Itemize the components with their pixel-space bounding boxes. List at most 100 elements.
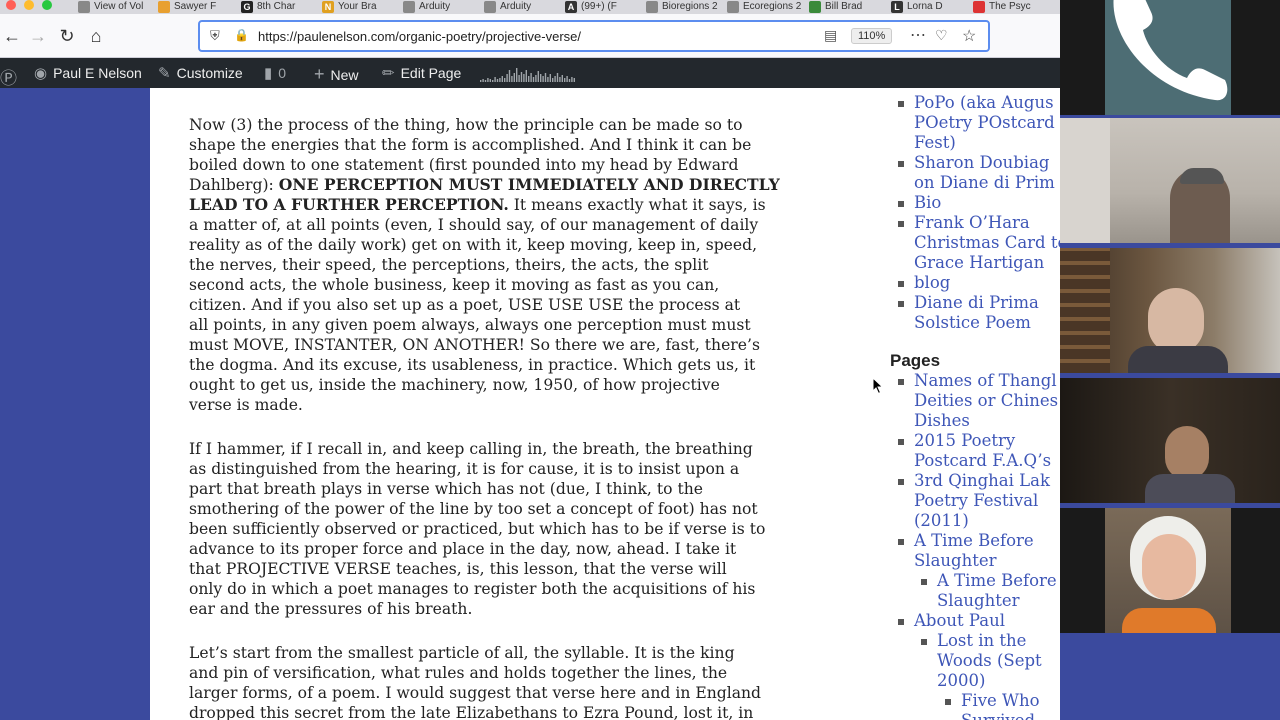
participant-3-shirt [1145,474,1235,503]
article-text: It means exactly what it says, is [508,196,766,214]
lock-icon[interactable]: 🔒 [234,28,249,42]
participant-2-bookshelf [1060,248,1110,373]
sidebar-link[interactable]: Diane di Prima Solstice Poem [914,293,1039,333]
participant-3-avatar [1165,426,1209,480]
page-background-left [0,88,150,720]
list-bullet [898,101,904,107]
sidebar-link[interactable]: Names of Thangl Deities or Chines Dishes [914,371,1058,431]
video-tile-phone[interactable] [1060,0,1280,115]
sparkline-bar [496,79,499,82]
article-line: If I hammer, if I recall in, and keep ca… [189,440,753,458]
sidebar-link-line: PoPo (aka Augus [914,93,1054,112]
shield-icon[interactable]: ⛨ [210,28,220,44]
sidebar-link[interactable]: 2015 Poetry Postcard F.A.Q’s [914,431,1051,471]
sparkline-bar [506,74,508,82]
sidebar-link-line: Diane di Prima [914,293,1039,312]
reader-view-icon[interactable]: ▤ [824,27,837,44]
participant-2-avatar [1148,288,1204,354]
video-tile-participant-4[interactable] [1060,508,1280,633]
new-content-link[interactable]: + New [314,64,359,85]
sidebar-link[interactable]: 3rd Qinghai Lak Poetry Festival (2011) [914,471,1050,531]
sidebar-link-line: Slaughter [914,551,997,570]
tab-label: Ecoregions 2 [743,1,802,12]
article-line: the dogma. And its excuse, its usablenes… [189,356,756,374]
tab-favicon-icon [809,1,821,13]
sparkline-bar [508,70,511,82]
sparkline-bar [504,78,506,82]
sparkline-bar [482,79,484,82]
sparkline-bar [566,76,568,82]
sidebar-link[interactable]: Five WhoSurvived [961,691,1040,720]
reload-icon[interactable]: ↻ [55,24,79,48]
zoom-window-button[interactable] [42,0,52,10]
sidebar-link[interactable]: Lost in the Woods (Sept 2000) [937,631,1042,691]
tab-favicon-icon [403,1,415,13]
article-line: ear and the pressures of his breath. [189,600,473,618]
customize-label: Customize [176,65,243,81]
dashboard-icon: ◉ [34,65,48,82]
site-name-label: Paul E Nelson [53,65,142,81]
forward-arrow-icon[interactable]: → [26,24,50,48]
comments-link[interactable]: ▮ 0 [264,64,286,82]
list-bullet [921,639,927,645]
article-line: that PROJECTIVE VERSE teaches, is, this … [189,560,727,578]
browser-tab[interactable]: Bioregions 2 [646,0,718,14]
sidebar-link[interactable]: PoPo (aka Augus POetry POstcard Fest) [914,93,1055,153]
participant-2-shirt [1128,346,1228,373]
comment-bubble-icon: ▮ [264,65,273,82]
sidebar-link[interactable]: blog [914,273,950,293]
edit-page-link[interactable]: ✏ Edit Page [382,64,461,82]
browser-tab[interactable]: A (99+) (F [565,0,617,14]
sidebar-link-line: Poetry Festival [914,491,1039,510]
sidebar-link[interactable]: A Time Before Slaughter [937,571,1057,611]
sidebar-link-line: Bio [914,193,942,212]
browser-tab[interactable]: View of Vol [78,0,143,14]
sidebar-link[interactable]: About Paul [914,611,1005,631]
sidebar-link-line: Christmas Card to [914,233,1060,252]
list-bullet [898,439,904,445]
pocket-icon[interactable]: ♡ [935,27,948,44]
close-window-button[interactable] [6,0,16,10]
sidebar-link[interactable]: Frank O’Hara Christmas Card to Grace Harti… [914,213,1060,273]
article-line: Dahlberg): ONE PERCEPTION MUST IMMEDIATE… [189,175,839,195]
back-arrow-icon[interactable]: ← [0,24,24,48]
sidebar-link[interactable]: A Time Before Slaughter [914,531,1034,571]
minimize-window-button[interactable] [24,0,34,10]
video-tile-participant-3[interactable] [1060,378,1280,503]
sparkline-bar [554,76,556,82]
article-line: all points, in any given poem always, al… [189,316,751,334]
sidebar-link[interactable]: Bio [914,193,941,213]
browser-tab[interactable]: L Lorna D [891,0,943,14]
browser-tab[interactable]: Arduity [484,0,531,14]
browser-tab[interactable]: Ecoregions 2 [727,0,801,14]
address-bar[interactable]: ⛨ 🔒 https://paulenelson.com/organic-poet… [198,20,990,52]
browser-tab[interactable]: G 8th Char [241,0,295,14]
browser-tab[interactable]: Arduity [403,0,450,14]
site-stats-sparkline[interactable] [480,64,576,82]
browser-tab[interactable]: Bill Brad [809,0,862,14]
wordpress-logo-icon[interactable]: Ⓟ [0,64,17,89]
sparkline-bar [511,76,513,82]
article-line: boiled down to one statement (first poun… [189,156,739,174]
tab-favicon-icon [973,1,985,13]
list-bullet [898,301,904,307]
more-actions-icon[interactable]: ⋯ [910,25,926,45]
sparkline-bar [552,78,554,82]
sparkline-bar [568,79,571,82]
sparkline-bar [540,74,542,82]
sidebar-link-line: 2015 Poetry [914,431,1016,450]
zoom-level-button[interactable]: 110% [851,28,893,44]
video-tile-participant-2[interactable] [1060,248,1280,373]
customize-link[interactable]: ✎ Customize [158,64,243,82]
sidebar-link[interactable]: Sharon Doubiag on Diane di Prim [914,153,1055,193]
home-icon[interactable]: ⌂ [84,24,108,48]
browser-toolbar: ← → ↻ ⌂ ⛨ 🔒 https://paulenelson.com/orga… [0,14,1060,58]
browser-tab[interactable]: The Psyc [973,0,1031,14]
browser-tab[interactable]: Sawyer F [158,0,216,14]
browser-tab[interactable]: N Your Bra [322,0,377,14]
bookmark-star-icon[interactable]: ☆ [962,26,976,46]
site-name-link[interactable]: ◉ Paul E Nelson [34,64,142,82]
article-paragraph-2: If I hammer, if I recall in, and keep ca… [189,439,839,619]
url-text[interactable]: https://paulenelson.com/organic-poetry/p… [258,29,581,44]
video-tile-participant-1[interactable] [1060,118,1280,243]
